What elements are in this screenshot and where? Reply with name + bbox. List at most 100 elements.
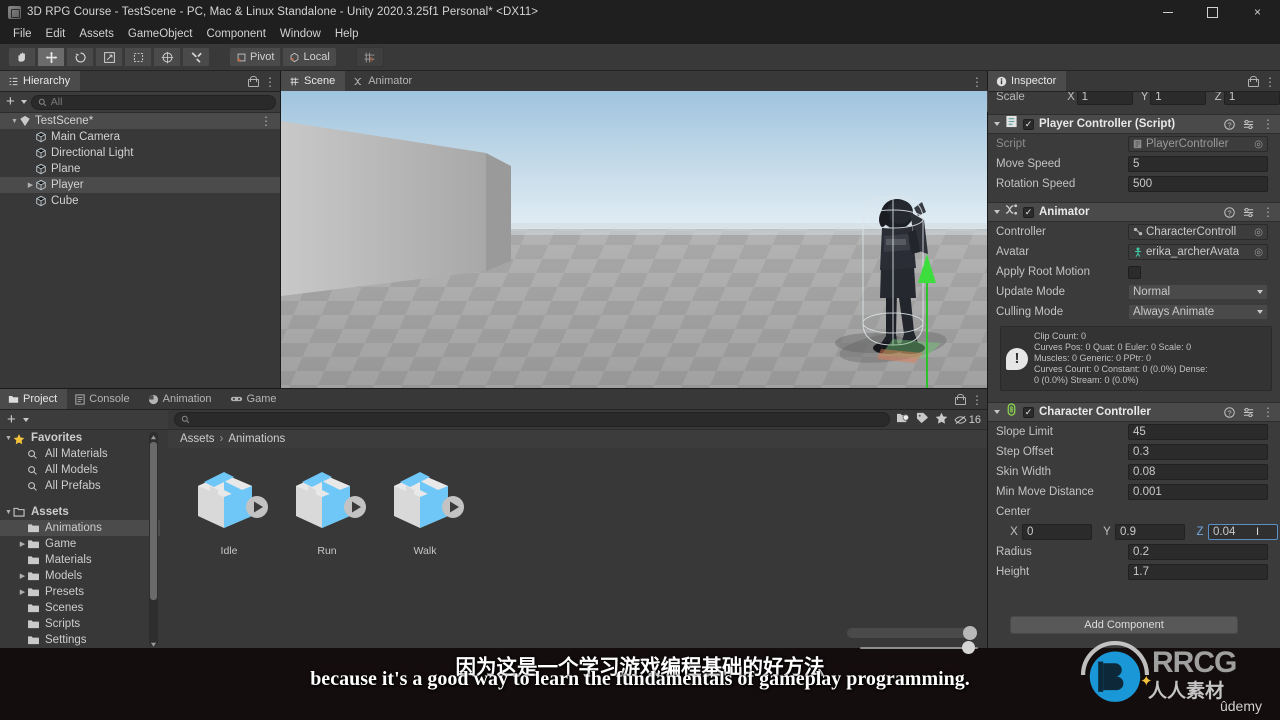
object-picker-icon[interactable]: ◎ bbox=[1254, 227, 1263, 238]
hierarchy-item-player[interactable]: ▶ Player bbox=[0, 177, 280, 193]
scrollbar-thumb[interactable] bbox=[150, 442, 157, 600]
component-enabled-checkbox[interactable]: ✓ bbox=[1023, 118, 1034, 130]
help-icon[interactable]: ? bbox=[1224, 118, 1235, 130]
chevron-right-icon[interactable]: ▶ bbox=[26, 181, 35, 189]
transform-tool-button[interactable] bbox=[153, 47, 181, 67]
menu-item-component[interactable]: Component bbox=[199, 26, 272, 42]
update-mode-dropdown[interactable]: Normal bbox=[1128, 284, 1268, 300]
kebab-menu-icon[interactable]: ⋮ bbox=[260, 115, 272, 127]
menu-item-help[interactable]: Help bbox=[328, 26, 366, 42]
chevron-right-icon[interactable]: ▶ bbox=[18, 588, 27, 596]
chevron-right-icon[interactable]: ▶ bbox=[18, 572, 27, 580]
hierarchy-item-main-camera[interactable]: Main Camera bbox=[0, 129, 280, 145]
project-search-input[interactable] bbox=[174, 412, 890, 427]
component-header-animator[interactable]: ✓ Animator ? ⋮ bbox=[988, 202, 1280, 222]
local-toggle-button[interactable]: Local bbox=[282, 47, 337, 67]
zoom-slider[interactable] bbox=[847, 626, 977, 640]
project-tree-item-animations[interactable]: Animations bbox=[0, 520, 160, 536]
scale-tool-button[interactable] bbox=[95, 47, 123, 67]
chevron-down-icon[interactable] bbox=[994, 410, 1000, 414]
center-x-field[interactable]: 0 bbox=[1022, 524, 1092, 540]
hierarchy-item-cube[interactable]: Cube bbox=[0, 193, 280, 209]
script-objref-field[interactable]: PlayerController ◎ bbox=[1128, 136, 1268, 152]
grid-snap-button[interactable]: 5 bbox=[355, 47, 384, 67]
min-move-distance-field[interactable]: 0.001 bbox=[1128, 484, 1268, 500]
scale-z-field[interactable]: 1 bbox=[1223, 92, 1280, 105]
video-progress-track[interactable] bbox=[860, 647, 978, 649]
kebab-menu-icon[interactable]: ⋮ bbox=[1264, 76, 1276, 88]
object-picker-icon[interactable]: ◎ bbox=[1254, 247, 1263, 258]
scroll-down-arrow-icon[interactable] bbox=[150, 639, 157, 647]
project-tree-item-all-models[interactable]: All Models bbox=[0, 462, 160, 478]
project-tree-item-all-prefabs[interactable]: All Prefabs bbox=[0, 478, 160, 494]
culling-mode-dropdown[interactable]: Always Animate bbox=[1128, 304, 1268, 320]
tab-animator[interactable]: Animator bbox=[345, 71, 423, 91]
tab-project[interactable]: Project bbox=[0, 389, 68, 409]
tab-hierarchy[interactable]: Hierarchy bbox=[0, 71, 81, 91]
project-tree-item-assets[interactable]: ▼ Assets bbox=[0, 504, 160, 520]
chevron-down-icon[interactable] bbox=[994, 122, 1000, 126]
kebab-menu-icon[interactable]: ⋮ bbox=[971, 76, 983, 88]
project-tree-item-scripts[interactable]: Scripts bbox=[0, 616, 160, 632]
component-header-player-controller[interactable]: ✓ Player Controller (Script) ? ⋮ bbox=[988, 114, 1280, 134]
scale-y-field[interactable]: 1 bbox=[1150, 92, 1207, 105]
asset-item-idle[interactable]: Idle bbox=[190, 466, 268, 648]
chevron-down-icon[interactable]: ▼ bbox=[4, 435, 13, 442]
center-z-field[interactable]: 0.04 I bbox=[1208, 524, 1278, 540]
preset-icon[interactable] bbox=[1243, 407, 1254, 418]
project-tree-scrollbar[interactable] bbox=[149, 432, 158, 647]
menu-item-file[interactable]: File bbox=[6, 26, 39, 42]
tab-game[interactable]: Game bbox=[221, 389, 287, 409]
custom-tool-button[interactable] bbox=[182, 47, 210, 67]
hierarchy-search-input[interactable]: All bbox=[30, 94, 276, 110]
chevron-down-icon[interactable] bbox=[22, 417, 29, 422]
component-enabled-checkbox[interactable]: ✓ bbox=[1023, 206, 1034, 218]
component-enabled-checkbox[interactable]: ✓ bbox=[1023, 406, 1034, 418]
kebab-menu-icon[interactable]: ⋮ bbox=[264, 76, 276, 88]
scale-x-field[interactable]: 1 bbox=[1076, 92, 1133, 105]
controller-objref-field[interactable]: CharacterControll ◎ bbox=[1128, 224, 1268, 240]
asset-item-walk[interactable]: Walk bbox=[386, 466, 464, 648]
chevron-down-icon[interactable]: ▼ bbox=[10, 118, 19, 125]
menu-item-assets[interactable]: Assets bbox=[72, 26, 121, 42]
tab-inspector[interactable]: Inspector bbox=[988, 71, 1067, 91]
object-picker-icon[interactable]: ◎ bbox=[1254, 139, 1263, 150]
lock-icon[interactable] bbox=[1248, 76, 1259, 87]
add-component-button[interactable]: Add Component bbox=[1010, 616, 1238, 634]
hierarchy-item-plane[interactable]: Plane bbox=[0, 161, 280, 177]
maximize-button[interactable] bbox=[1190, 0, 1235, 24]
help-icon[interactable]: ? bbox=[1224, 406, 1235, 418]
hierarchy-item-directional-light[interactable]: Directional Light bbox=[0, 145, 280, 161]
apply-root-motion-checkbox[interactable] bbox=[1128, 265, 1141, 279]
project-tree-item-all-materials[interactable]: All Materials bbox=[0, 446, 160, 462]
project-tree-item-game[interactable]: ▶ Game bbox=[0, 536, 160, 552]
preset-icon[interactable] bbox=[1243, 119, 1254, 130]
zoom-slider-handle[interactable] bbox=[963, 626, 977, 640]
scroll-up-arrow-icon[interactable] bbox=[150, 432, 157, 440]
project-tree-item-models[interactable]: ▶ Models bbox=[0, 568, 160, 584]
step-offset-field[interactable]: 0.3 bbox=[1128, 444, 1268, 460]
skin-width-field[interactable]: 0.08 bbox=[1128, 464, 1268, 480]
menu-item-edit[interactable]: Edit bbox=[39, 26, 73, 42]
minimize-button[interactable] bbox=[1145, 0, 1190, 24]
avatar-objref-field[interactable]: erika_archerAvata ◎ bbox=[1128, 244, 1268, 260]
lock-icon[interactable] bbox=[248, 76, 259, 87]
close-button[interactable]: × bbox=[1235, 0, 1280, 24]
project-tree-item-settings[interactable]: Settings bbox=[0, 632, 160, 648]
slope-limit-field[interactable]: 45 bbox=[1128, 424, 1268, 440]
kebab-menu-icon[interactable]: ⋮ bbox=[1262, 206, 1274, 218]
chevron-right-icon[interactable]: ▶ bbox=[18, 540, 27, 548]
menu-item-window[interactable]: Window bbox=[273, 26, 328, 42]
menu-item-gameobject[interactable]: GameObject bbox=[121, 26, 200, 42]
project-tree-item-favorites[interactable]: ▼ Favorites bbox=[0, 430, 160, 446]
hand-tool-button[interactable] bbox=[8, 47, 36, 67]
component-header-character-controller[interactable]: ✓ Character Controller ? ⋮ bbox=[988, 402, 1280, 422]
tab-scene[interactable]: Scene bbox=[281, 71, 346, 91]
lock-icon[interactable] bbox=[955, 394, 966, 405]
radius-field[interactable]: 0.2 bbox=[1128, 544, 1268, 560]
add-gameobject-button[interactable]: + bbox=[4, 94, 17, 109]
create-asset-button[interactable]: + bbox=[5, 412, 18, 427]
chevron-down-icon[interactable]: ▼ bbox=[4, 509, 13, 516]
kebab-menu-icon[interactable]: ⋮ bbox=[1262, 406, 1274, 418]
breadcrumb-animations[interactable]: Animations bbox=[228, 433, 285, 445]
